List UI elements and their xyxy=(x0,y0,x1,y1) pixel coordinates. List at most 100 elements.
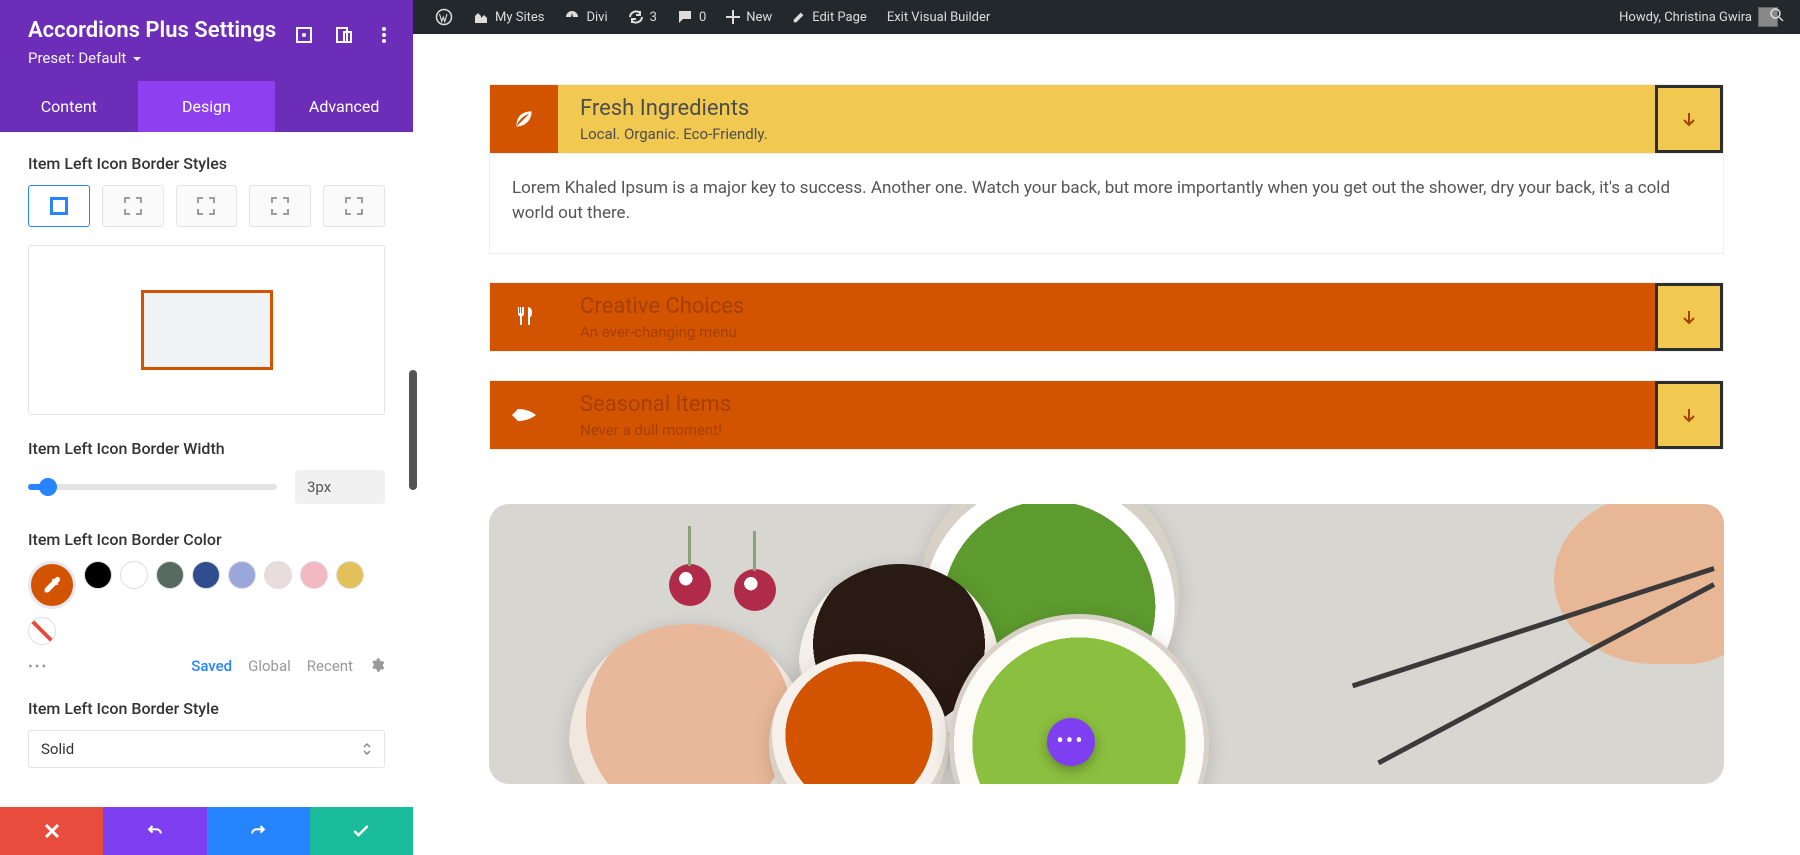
border-styles-label: Item Left Icon Border Styles xyxy=(28,154,385,173)
wp-admin-bar: My Sites Divi 3 0 New Edit Page Exit Vis… xyxy=(413,0,1800,34)
gauge-icon xyxy=(564,9,580,25)
accordion-left-icon xyxy=(490,381,558,449)
comment-icon xyxy=(677,9,693,25)
arrow-down-icon xyxy=(1680,308,1698,326)
swatch-7[interactable] xyxy=(336,561,364,589)
accordion-item-1: Creative Choices An ever-changing menu xyxy=(489,282,1724,352)
settings-header: Accordions Plus Settings Preset: Default xyxy=(0,0,413,81)
accordion-item-2: Seasonal Items Never a dull moment! xyxy=(489,380,1724,450)
undo-button[interactable] xyxy=(103,807,206,855)
border-preview-shape xyxy=(141,290,273,370)
border-style-thumbs xyxy=(28,185,385,227)
save-button[interactable] xyxy=(310,807,413,855)
swatch-settings-icon[interactable] xyxy=(369,657,385,677)
sites-icon xyxy=(473,9,489,25)
dots-icon: ••• xyxy=(1056,731,1084,753)
swatch-6[interactable] xyxy=(300,561,328,589)
accordion-item-0: Fresh Ingredients Local. Organic. Eco-Fr… xyxy=(489,84,1724,254)
redo-icon xyxy=(248,821,268,841)
accordion-toggle[interactable] xyxy=(1655,85,1723,153)
accordion-header[interactable]: Creative Choices An ever-changing menu xyxy=(490,283,1723,351)
border-style-select[interactable]: Solid xyxy=(28,730,385,768)
accordion-subtitle: Local. Organic. Eco-Friendly. xyxy=(580,125,1655,143)
accordion-header[interactable]: Seasonal Items Never a dull moment! xyxy=(490,381,1723,449)
cancel-button[interactable] xyxy=(0,807,103,855)
update-icon xyxy=(628,9,644,25)
panel-bottom-bar xyxy=(0,807,413,855)
color-swatches xyxy=(28,561,385,645)
wordpress-icon xyxy=(435,8,453,26)
search-icon xyxy=(1768,6,1786,24)
swatch-none[interactable] xyxy=(28,617,56,645)
settings-panel: Accordions Plus Settings Preset: Default… xyxy=(0,0,413,855)
expand-icon[interactable] xyxy=(293,24,315,46)
border-width-value[interactable]: 3px xyxy=(295,470,385,504)
accordion-subtitle: An ever-changing menu xyxy=(580,323,1655,341)
swatch-0[interactable] xyxy=(84,561,112,589)
border-style-right[interactable] xyxy=(176,185,238,227)
border-style-select-label: Item Left Icon Border Style xyxy=(28,699,385,718)
accordion-title: Seasonal Items xyxy=(580,392,1655,417)
accordion-content: Lorem Khaled Ipsum is a major key to suc… xyxy=(490,153,1723,253)
swatch-tab-global[interactable]: Global xyxy=(248,657,291,677)
responsive-icon[interactable] xyxy=(333,24,355,46)
radish-icon xyxy=(734,569,776,611)
adminbar-site[interactable]: Divi xyxy=(554,9,617,25)
adminbar-howdy[interactable]: Howdy, Christina Gwira xyxy=(1609,7,1788,27)
swatch-tabs-row: ••• Saved Global Recent xyxy=(28,657,385,677)
swatch-4[interactable] xyxy=(228,561,256,589)
border-style-bottom[interactable] xyxy=(249,185,311,227)
swatch-tab-recent[interactable]: Recent xyxy=(307,657,353,677)
redo-button[interactable] xyxy=(207,807,310,855)
accordion-title: Fresh Ingredients xyxy=(580,96,1655,121)
more-icon[interactable] xyxy=(373,24,395,46)
swatch-1[interactable] xyxy=(120,561,148,589)
adminbar-exit[interactable]: Exit Visual Builder xyxy=(877,10,1000,25)
border-width-row: 3px xyxy=(28,470,385,504)
border-preview xyxy=(28,245,385,415)
preset-label: Preset: Default xyxy=(28,49,126,67)
border-width-label: Item Left Icon Border Width xyxy=(28,439,385,458)
adminbar-updates[interactable]: 3 xyxy=(618,9,667,25)
swatch-3[interactable] xyxy=(192,561,220,589)
module-settings-fab[interactable]: ••• xyxy=(1047,718,1095,766)
arrow-down-icon xyxy=(1680,110,1698,128)
border-style-select-value: Solid xyxy=(41,740,74,758)
adminbar-search[interactable] xyxy=(1768,6,1786,28)
check-icon xyxy=(351,821,371,841)
adminbar-comments[interactable]: 0 xyxy=(667,9,716,25)
swatch-2[interactable] xyxy=(156,561,184,589)
accordion-toggle[interactable] xyxy=(1655,283,1723,351)
preset-dropdown[interactable]: Preset: Default xyxy=(28,49,385,67)
accordion-subtitle: Never a dull moment! xyxy=(580,421,1655,439)
settings-tabs: Content Design Advanced xyxy=(0,81,413,132)
plus-icon xyxy=(726,10,740,24)
tab-advanced[interactable]: Advanced xyxy=(275,81,413,132)
accordion-title: Creative Choices xyxy=(580,294,1655,319)
swatch-more-icon[interactable]: ••• xyxy=(28,659,48,675)
arrow-down-icon xyxy=(1680,406,1698,424)
swatch-tabs: Saved Global Recent xyxy=(191,657,385,677)
wp-logo[interactable] xyxy=(425,8,463,26)
accordion-toggle[interactable] xyxy=(1655,381,1723,449)
accordion-header[interactable]: Fresh Ingredients Local. Organic. Eco-Fr… xyxy=(490,85,1723,153)
border-width-slider[interactable] xyxy=(28,484,277,490)
border-color-label: Item Left Icon Border Color xyxy=(28,530,385,549)
slider-knob[interactable] xyxy=(39,478,57,496)
tab-content[interactable]: Content xyxy=(0,81,138,132)
radish-icon xyxy=(669,564,711,606)
pencil-icon xyxy=(792,10,806,24)
border-style-left[interactable] xyxy=(323,185,385,227)
border-style-all[interactable] xyxy=(28,185,90,227)
adminbar-new[interactable]: New xyxy=(716,10,782,25)
adminbar-edit[interactable]: Edit Page xyxy=(782,10,877,25)
tab-design[interactable]: Design xyxy=(138,81,276,132)
border-style-top[interactable] xyxy=(102,185,164,227)
color-picker-button[interactable] xyxy=(28,561,76,609)
swatch-tab-saved[interactable]: Saved xyxy=(191,657,232,677)
select-caret-icon xyxy=(362,742,372,756)
utensils-icon xyxy=(512,305,536,329)
panel-body: Item Left Icon Border Styles Item Left I… xyxy=(0,132,413,807)
adminbar-mysites[interactable]: My Sites xyxy=(463,9,554,25)
swatch-5[interactable] xyxy=(264,561,292,589)
